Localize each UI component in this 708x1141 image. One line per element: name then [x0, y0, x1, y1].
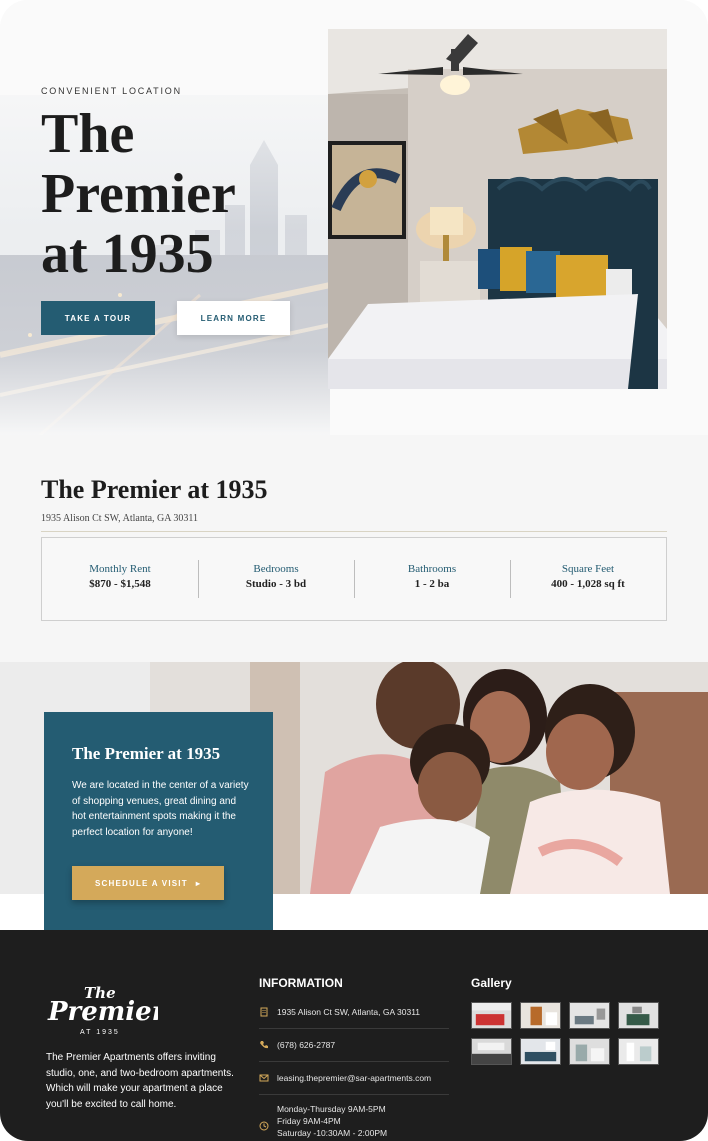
hours-line: Saturday -10:30AM - 2:00PM	[277, 1128, 388, 1138]
footer-address: 1935 Alison Ct SW, Atlanta, GA 30311	[277, 1007, 421, 1017]
phone-item[interactable]: (678) 626-2787	[259, 1029, 449, 1062]
gallery-heading: Gallery	[471, 976, 512, 990]
gallery-thumbnail[interactable]	[618, 1038, 659, 1065]
property-address: 1935 Alison Ct SW, Atlanta, GA 30311	[41, 513, 199, 524]
gallery-thumbnail[interactable]	[520, 1002, 561, 1029]
schedule-visit-label: SCHEDULE A VISIT	[94, 878, 188, 888]
hero-title-line: The	[41, 103, 135, 165]
gallery-thumbnail[interactable]	[471, 1002, 512, 1029]
stat-value: 1 - 2 ba	[414, 578, 450, 590]
property-info-section: The Premier at 1935 1935 Alison Ct SW, A…	[0, 435, 708, 662]
property-stats: Monthly Rent $870 - $1,548 Bedrooms Stud…	[41, 537, 667, 621]
gallery-thumbnail[interactable]	[569, 1038, 610, 1065]
chevron-right-icon: ▸	[195, 878, 202, 888]
hero-title-line: at 1935	[41, 223, 214, 285]
stat-value: $870 - $1,548	[89, 578, 151, 590]
page: CONVENIENT LOCATION The Premier at 1935 …	[0, 0, 708, 1141]
address-item: 1935 Alison Ct SW, Atlanta, GA 30311	[259, 996, 449, 1029]
stat-value: 400 - 1,028 sq ft	[551, 578, 625, 590]
information-heading: INFORMATION	[259, 976, 343, 990]
schedule-visit-button[interactable]: SCHEDULE A VISIT ▸	[72, 866, 224, 900]
about-text: We are located in the center of a variet…	[72, 780, 249, 838]
about-section: The Premier at 1935 We are located in th…	[0, 662, 708, 930]
stat-label: Bathrooms	[407, 563, 457, 575]
gallery-thumbnail[interactable]	[520, 1038, 561, 1065]
about-card: The Premier at 1935 We are located in th…	[44, 712, 273, 930]
premier-logo[interactable]: The Premier AT 1935	[46, 980, 168, 1036]
hours-item: Monday-Thursday 9AM-5PM Friday 9AM-4PM S…	[259, 1095, 449, 1139]
logo-at-text: AT 1935	[80, 1029, 120, 1036]
mail-icon	[259, 1073, 269, 1083]
hours-line: Friday 9AM-4PM	[277, 1116, 341, 1126]
footer-email[interactable]: leasing.thepremier@sar-apartments.com	[277, 1073, 431, 1083]
footer: The Premier AT 1935 The Premier Apartmen…	[0, 930, 708, 1141]
stat-label: Bedrooms	[253, 563, 299, 575]
email-item[interactable]: leasing.thepremier@sar-apartments.com	[259, 1062, 449, 1095]
building-icon	[259, 1007, 269, 1017]
footer-phone[interactable]: (678) 626-2787	[277, 1040, 335, 1050]
stat-bedrooms: Bedrooms Studio - 3 bd	[198, 560, 354, 598]
stat-label: Square Feet	[561, 563, 615, 575]
phone-icon	[259, 1040, 269, 1050]
gallery-grid	[471, 1002, 663, 1065]
gallery-thumbnail[interactable]	[471, 1038, 512, 1065]
footer-description: The Premier Apartments offers inviting s…	[46, 1052, 234, 1110]
stat-square-feet: Square Feet 400 - 1,028 sq ft	[510, 560, 666, 598]
logo-premier-text: Premier	[47, 997, 158, 1027]
hero-title-line: Premier	[41, 163, 236, 225]
clock-icon	[259, 1121, 269, 1131]
take-a-tour-button[interactable]: TAKE A TOUR	[41, 301, 155, 335]
stat-bathrooms: Bathrooms 1 - 2 ba	[354, 560, 510, 598]
stat-monthly-rent: Monthly Rent $870 - $1,548	[42, 560, 198, 598]
gallery-thumbnail[interactable]	[569, 1002, 610, 1029]
stat-label: Monthly Rent	[89, 563, 151, 575]
hero-title: The Premier at 1935	[41, 104, 321, 284]
bedroom-photo	[328, 29, 667, 389]
office-hours: Monday-Thursday 9AM-5PM Friday 9AM-4PM S…	[277, 1103, 387, 1139]
property-name: The Premier at 1935	[41, 475, 268, 504]
hero-section: CONVENIENT LOCATION The Premier at 1935 …	[0, 0, 708, 435]
hero-eyebrow: CONVENIENT LOCATION	[41, 86, 182, 96]
about-title: The Premier at 1935	[72, 744, 221, 763]
divider	[41, 531, 667, 532]
gallery-thumbnail[interactable]	[618, 1002, 659, 1029]
stat-value: Studio - 3 bd	[245, 578, 307, 590]
learn-more-button[interactable]: LEARN MORE	[177, 301, 290, 335]
hours-line: Monday-Thursday 9AM-5PM	[277, 1104, 386, 1114]
contact-info-list: 1935 Alison Ct SW, Atlanta, GA 30311 (67…	[259, 996, 449, 1139]
